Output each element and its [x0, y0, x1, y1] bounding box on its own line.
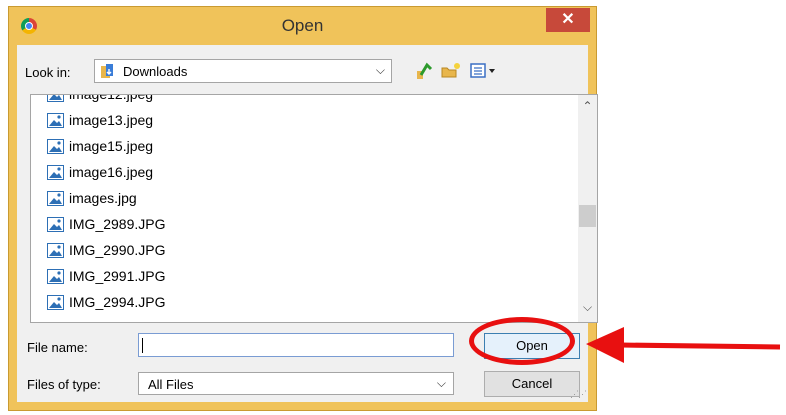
resize-grip-icon[interactable]: ⋰⋰: [570, 389, 587, 400]
image-file-icon: [47, 243, 64, 258]
chevron-down-icon[interactable]: ⌵: [376, 63, 385, 78]
file-name: images.jpg: [69, 190, 137, 206]
annotation-arrow-icon: [586, 327, 781, 363]
file-name: image12.jpeg: [69, 94, 154, 102]
files-of-type-dropdown[interactable]: All Files ⌵: [138, 372, 454, 395]
image-file-icon: [47, 165, 64, 180]
open-button[interactable]: Open: [484, 333, 580, 359]
scroll-up-icon[interactable]: ⌃: [578, 99, 597, 117]
file-name: image13.jpeg: [69, 112, 154, 128]
scroll-down-icon[interactable]: ⌵: [578, 300, 597, 318]
close-button[interactable]: ✕: [546, 8, 590, 32]
look-in-label: Look in:: [25, 65, 71, 80]
file-name: image15.jpeg: [69, 138, 154, 154]
file-name-label: File name:: [27, 340, 88, 355]
image-file-icon: [47, 95, 64, 102]
new-folder-icon[interactable]: [440, 61, 462, 81]
title-bar[interactable]: Open ✕: [9, 7, 596, 45]
image-file-icon: [47, 113, 64, 128]
image-file-icon: [47, 139, 64, 154]
text-caret: [142, 338, 143, 353]
look-in-dropdown[interactable]: Downloads ⌵: [94, 59, 392, 83]
image-file-icon: [47, 191, 64, 206]
image-file-icon: [47, 269, 64, 284]
look-in-value: Downloads: [123, 64, 188, 79]
open-dialog: Open ✕ Look in: Downloads ⌵ image12.jpeg…: [8, 6, 598, 411]
file-name-input[interactable]: [138, 333, 454, 357]
folder-icon: [101, 64, 113, 78]
file-name: IMG_2991.JPG: [69, 268, 166, 284]
file-name: IMG_2994.JPG: [69, 294, 166, 310]
file-name: IMG_2989.JPG: [69, 216, 166, 232]
file-list[interactable]: image12.jpeg image13.jpeg image15.jpeg imag…: [30, 94, 598, 323]
view-menu-icon[interactable]: [469, 61, 499, 81]
cancel-button[interactable]: Cancel: [484, 371, 580, 397]
look-in-row: Look in: Downloads ⌵: [17, 59, 588, 85]
scroll-thumb[interactable]: [579, 205, 596, 227]
files-of-type-label: Files of type:: [27, 377, 101, 392]
image-file-icon: [47, 217, 64, 232]
dialog-body: Look in: Downloads ⌵ image12.jpeg image1…: [17, 45, 598, 402]
files-of-type-value: All Files: [148, 377, 194, 392]
file-name: IMG_2990.JPG: [69, 242, 166, 258]
file-name: image16.jpeg: [69, 164, 154, 180]
image-file-icon: [47, 295, 64, 310]
vertical-scrollbar[interactable]: ⌃ ⌵: [578, 95, 597, 322]
dialog-title: Open: [281, 16, 324, 35]
chevron-down-icon[interactable]: ⌵: [437, 376, 446, 391]
up-folder-icon[interactable]: [413, 61, 435, 81]
